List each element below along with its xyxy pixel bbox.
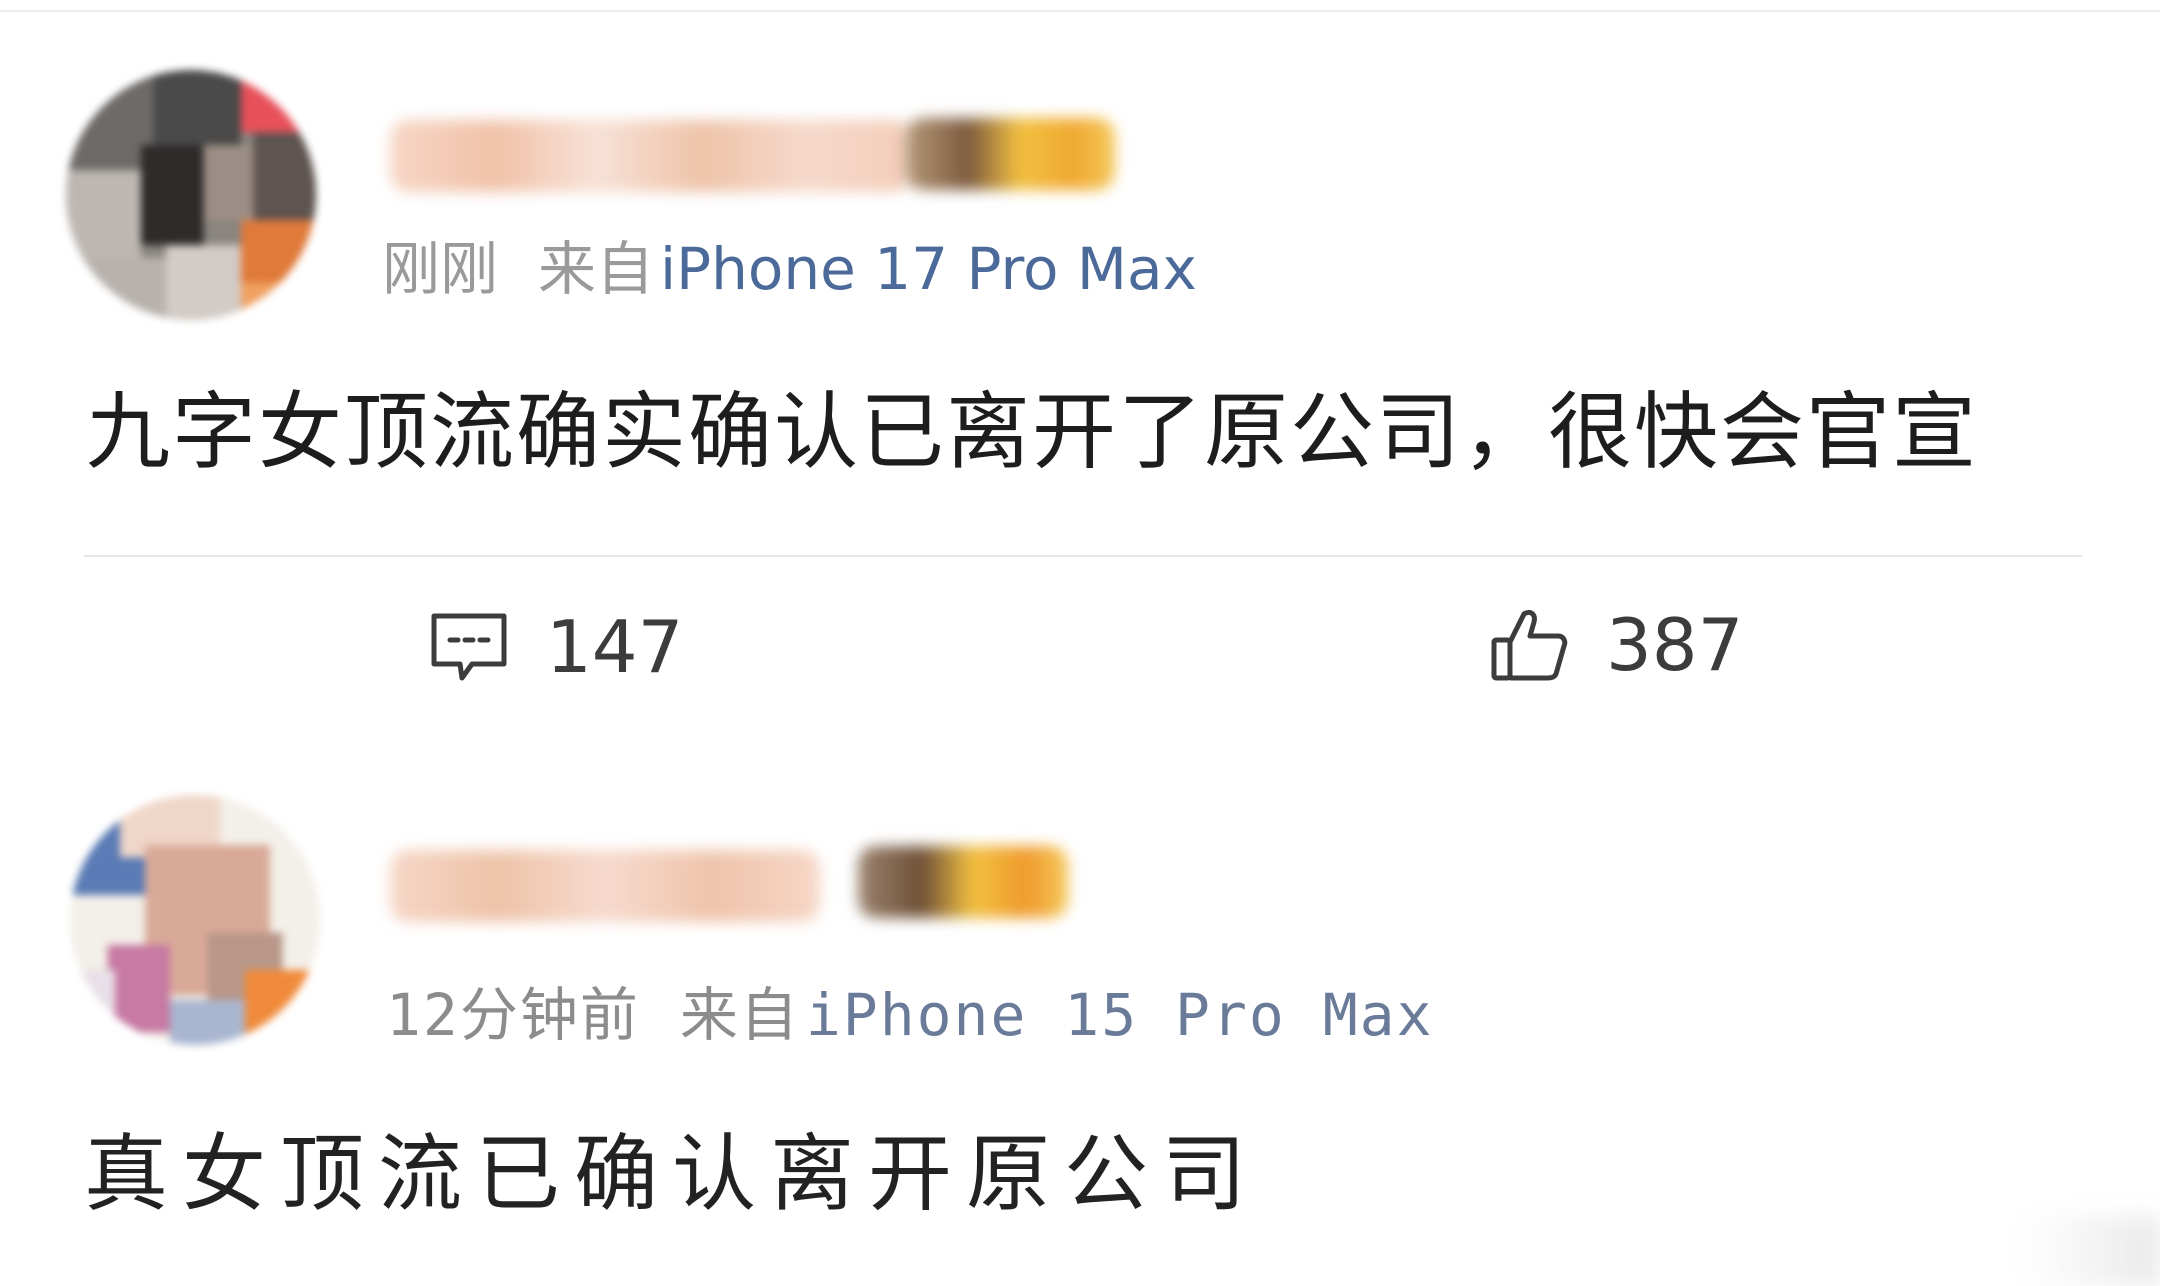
source-prefix: 来自 [679, 981, 800, 1049]
user-badge-blurred [858, 846, 1068, 918]
username-blurred[interactable] [390, 120, 910, 192]
user-badge-blurred [905, 118, 1115, 190]
action-divider [84, 555, 2082, 557]
post-meta: 12分钟前 来自 iPhone 15 Pro Max [386, 986, 1433, 1044]
thumbs-up-icon [1491, 609, 1568, 681]
like-count: 387 [1606, 603, 1744, 687]
post-time: 刚刚 [382, 235, 499, 303]
post-content: 真女顶流已确认离开原公司 [84, 1125, 1261, 1223]
avatar[interactable] [66, 70, 316, 320]
comment-count: 147 [546, 605, 684, 689]
comment-feed: 刚刚 来自 iPhone 17 Pro Max 九字女顶流确实确认已离开了原公司，很… [0, 0, 2160, 1286]
post-time: 12分钟前 [386, 981, 640, 1049]
device-source[interactable]: iPhone 15 Pro Max [806, 981, 1434, 1049]
post-content: 九字女顶流确实确认已离开了原公司，很快会官宣 [86, 383, 1979, 481]
avatar[interactable] [70, 795, 320, 1045]
source-prefix: 来自 [538, 235, 655, 303]
corner-shade [2020, 1216, 2160, 1286]
top-divider [0, 10, 2160, 12]
like-button[interactable]: 387 [1488, 604, 1743, 686]
username-blurred[interactable] [390, 850, 820, 922]
post-meta: 刚刚 来自 iPhone 17 Pro Max [382, 240, 1197, 298]
comment-bubble-icon [431, 613, 507, 681]
comment-button[interactable]: 147 [428, 606, 683, 688]
device-source[interactable]: iPhone 17 Pro Max [660, 235, 1197, 303]
